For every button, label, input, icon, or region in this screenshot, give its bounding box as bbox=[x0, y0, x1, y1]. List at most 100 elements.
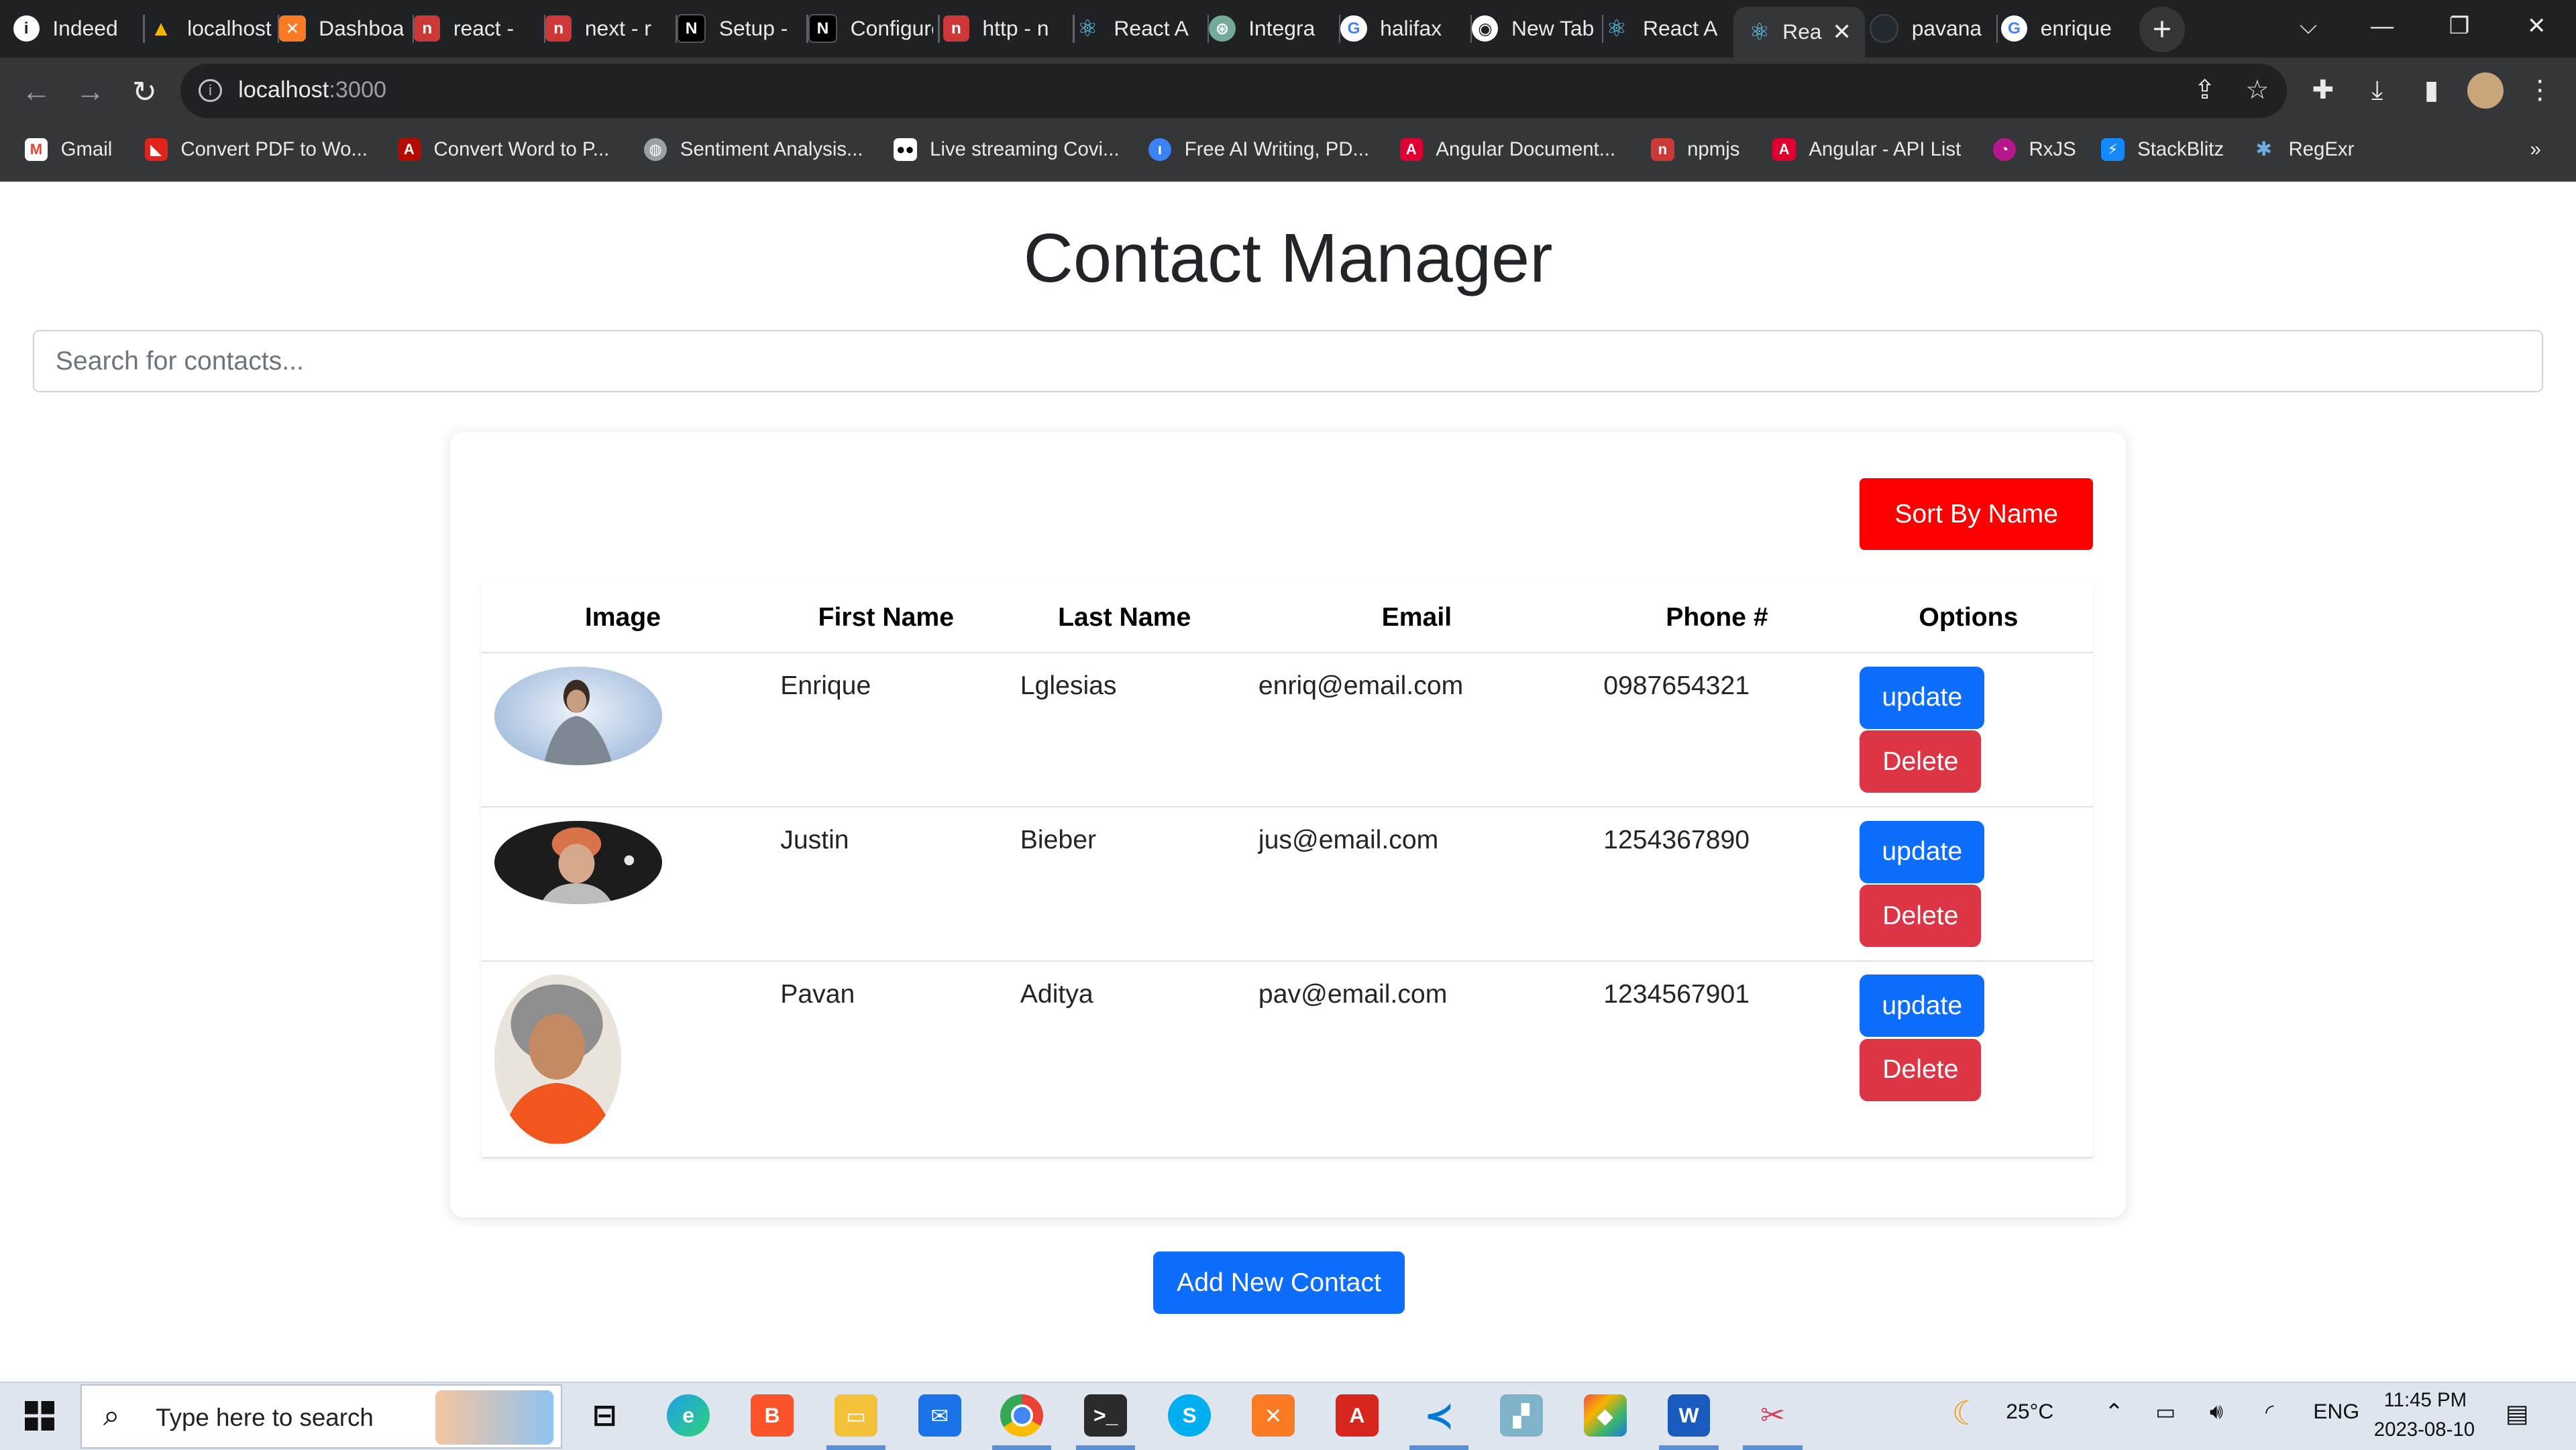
tab-configure[interactable]: N Configure bbox=[808, 7, 933, 51]
battery-icon[interactable]: ▭ bbox=[2155, 1399, 2176, 1425]
close-tab-icon[interactable]: ✕ bbox=[1832, 19, 1851, 46]
angular-icon: A bbox=[1772, 137, 1796, 161]
profile-avatar[interactable] bbox=[2466, 70, 2506, 110]
tab-setup[interactable]: N Setup - bbox=[676, 7, 802, 51]
update-button[interactable]: update bbox=[1860, 820, 1985, 883]
table-row: Justin Bieber jus@email.com 1254367890 u… bbox=[481, 807, 2093, 962]
npm-icon: n bbox=[1651, 137, 1674, 161]
task-view-icon[interactable]: ⊟ bbox=[583, 1394, 626, 1437]
active-indicator bbox=[992, 1445, 1052, 1450]
notification-icon[interactable]: ▤ bbox=[2506, 1399, 2529, 1428]
share-icon[interactable]: ⇪ bbox=[2185, 70, 2224, 110]
new-tab-button[interactable]: + bbox=[2139, 6, 2186, 53]
search-highlight-image bbox=[435, 1390, 553, 1445]
bookmark-free-ai-writing[interactable]: ı Free AI Writing, PD... bbox=[1148, 137, 1369, 161]
notepad-icon[interactable]: ▞ bbox=[1499, 1394, 1543, 1437]
extensions-icon[interactable]: ✚ bbox=[2303, 70, 2343, 110]
last-name-cell: Bieber bbox=[1020, 825, 1097, 854]
bookmark-regexr[interactable]: ✱ RegExr bbox=[2253, 138, 2354, 161]
bookmark-live-streaming[interactable]: ●● Live streaming Covi... bbox=[894, 137, 1120, 161]
color-app-icon[interactable]: ◆ bbox=[1583, 1394, 1627, 1437]
contact-photo bbox=[494, 974, 621, 1144]
update-button[interactable]: update bbox=[1860, 666, 1985, 729]
terminal-icon[interactable]: >_ bbox=[1084, 1394, 1127, 1437]
edge-icon[interactable]: e bbox=[667, 1394, 710, 1437]
tab-indeed[interactable]: i Indeed bbox=[13, 7, 138, 51]
delete-button[interactable]: Delete bbox=[1860, 1038, 1982, 1101]
google-icon: G bbox=[1340, 15, 1367, 42]
tab-enrique[interactable]: G enrique bbox=[2000, 7, 2126, 51]
first-name-cell: Pavan bbox=[780, 979, 855, 1009]
menu-icon[interactable]: ⋮ bbox=[2520, 70, 2560, 110]
bookmark-stackblitz[interactable]: ⚡ StackBlitz bbox=[2101, 137, 2224, 161]
side-panel-icon[interactable]: ▮ bbox=[2412, 70, 2451, 110]
bookmark-rxjs[interactable]: ◔ RxJS bbox=[1992, 137, 2076, 161]
word-icon[interactable]: W bbox=[1667, 1394, 1711, 1437]
address-bar[interactable]: i localhost:3000 ⇪ ☆ bbox=[180, 64, 2287, 119]
tab-halifax[interactable]: G halifax bbox=[1340, 7, 1465, 51]
tab-search-button[interactable]: ⌵ bbox=[2271, 0, 2347, 52]
tab-new-tab[interactable]: ◉ New Tab bbox=[1472, 7, 1597, 51]
mail-icon[interactable]: ✉ bbox=[918, 1394, 961, 1437]
bookmark-sentiment[interactable]: ◍ Sentiment Analysis... bbox=[644, 137, 863, 161]
delete-button[interactable]: Delete bbox=[1860, 730, 1982, 793]
tab-next-npm[interactable]: n next - r bbox=[545, 7, 670, 51]
bookmark-label: Convert Word to P... bbox=[433, 137, 610, 160]
clock-time[interactable]: 11:45 PM bbox=[2383, 1389, 2467, 1412]
xampp-icon[interactable]: ✕ bbox=[1252, 1394, 1295, 1437]
tab-react-npm[interactable]: n react - bbox=[414, 7, 539, 51]
close-icon: ✕ bbox=[2526, 13, 2546, 40]
bookmark-gmail[interactable]: M Gmail bbox=[24, 137, 112, 161]
delete-button[interactable]: Delete bbox=[1860, 885, 1982, 948]
acrobat-icon[interactable]: A bbox=[1336, 1394, 1379, 1437]
sort-by-name-button[interactable]: Sort By Name bbox=[1860, 478, 2093, 551]
file-explorer-icon[interactable]: ▭ bbox=[835, 1394, 877, 1437]
bookmark-convert-pdf[interactable]: ◣ Convert PDF to Wo... bbox=[144, 137, 368, 161]
close-window-button[interactable]: ✕ bbox=[2499, 0, 2575, 52]
minimize-button[interactable]: — bbox=[2345, 0, 2420, 52]
update-button[interactable]: update bbox=[1860, 974, 1985, 1038]
chevron-up-icon[interactable]: ⌃ bbox=[2104, 1399, 2124, 1426]
windows-start-icon[interactable] bbox=[24, 1400, 54, 1431]
volume-icon[interactable]: 🔊︎ bbox=[2210, 1399, 2223, 1425]
weather-text[interactable]: 25°C bbox=[2006, 1399, 2053, 1424]
tab-react-app-1[interactable]: ⚛ React A bbox=[1075, 7, 1199, 51]
back-button[interactable]: ← bbox=[15, 70, 58, 113]
tab-react-app-2[interactable]: ⚛ React A bbox=[1603, 7, 1728, 51]
snipping-tool-icon[interactable]: ✂ bbox=[1752, 1394, 1794, 1437]
wifi-icon[interactable]: ◜ bbox=[2265, 1399, 2273, 1425]
language-indicator[interactable]: ENG bbox=[2313, 1399, 2359, 1424]
site-info-icon[interactable]: i bbox=[199, 78, 222, 102]
active-indicator bbox=[1409, 1445, 1469, 1450]
search-input[interactable] bbox=[32, 330, 2544, 393]
add-new-contact-button[interactable]: Add New Contact bbox=[1153, 1251, 1405, 1315]
bookmark-star-icon[interactable]: ☆ bbox=[2238, 70, 2277, 110]
bookmark-angular-docs[interactable]: A Angular Document... bbox=[1399, 137, 1615, 161]
tab-separator bbox=[938, 15, 940, 43]
tab-dashboard[interactable]: ✕ Dashboard bbox=[279, 7, 404, 51]
brave-icon[interactable]: B bbox=[751, 1394, 794, 1437]
restore-button[interactable]: ❐ bbox=[2422, 0, 2498, 52]
skype-icon[interactable]: S bbox=[1168, 1394, 1211, 1437]
forward-button[interactable]: → bbox=[69, 70, 112, 113]
download-icon[interactable]: ⤓ bbox=[2357, 70, 2397, 110]
bookmark-npmjs[interactable]: n npmjs bbox=[1651, 137, 1739, 161]
react-icon: ⚛ bbox=[1606, 15, 1627, 42]
tab-http-npm[interactable]: n http - n bbox=[943, 7, 1068, 51]
column-header-options: Options bbox=[1919, 602, 2019, 632]
bookmark-convert-word[interactable]: A Convert Word to P... bbox=[397, 137, 610, 161]
tab-react-app-active[interactable]: ⚛ Rea ✕ bbox=[1733, 6, 1865, 58]
vscode-icon[interactable]: ≺ bbox=[1417, 1394, 1460, 1437]
tab-integrate[interactable]: ⊛ Integra bbox=[1209, 7, 1334, 51]
chrome-icon[interactable] bbox=[1000, 1394, 1044, 1437]
reload-button[interactable]: ↻ bbox=[123, 70, 166, 113]
taskbar-search[interactable]: ⌕ Type here to search bbox=[80, 1384, 562, 1449]
clock-date[interactable]: 2023-08-10 bbox=[2374, 1418, 2475, 1441]
tab-pavana[interactable]: pavana bbox=[1869, 7, 1994, 51]
tab-localhost[interactable]: ▲ localhost bbox=[148, 7, 272, 51]
email-cell: jus@email.com bbox=[1258, 825, 1439, 854]
bookmark-angular-api[interactable]: A Angular - API List bbox=[1772, 137, 1961, 161]
more-bookmarks-button[interactable]: » bbox=[2530, 138, 2540, 161]
weather-moon-icon[interactable]: ☾ bbox=[1951, 1394, 1981, 1433]
table-header: Image First Name Last Name Email Phone #… bbox=[481, 583, 2093, 654]
